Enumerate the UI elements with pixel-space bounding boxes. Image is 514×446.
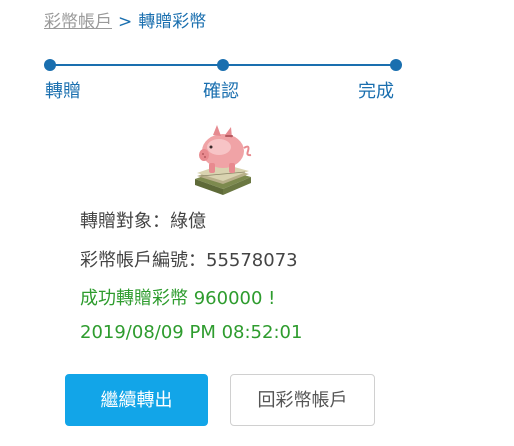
success-message: 成功轉贈彩幣 960000 ! [80, 288, 276, 309]
step-label-confirm: 確認 [203, 81, 239, 102]
step-label-transfer: 轉贈 [45, 81, 81, 102]
continue-transfer-button[interactable]: 繼續轉出 [65, 374, 208, 426]
step-dot-confirm [217, 59, 229, 71]
piggy-bank-icon [195, 125, 252, 195]
back-to-coin-account-button[interactable]: 回彩幣帳戶 [230, 374, 375, 426]
account-number-text: 彩幣帳戶編號：55578073 [80, 250, 298, 271]
recipient-text: 轉贈對象：綠億 [80, 211, 206, 232]
transfer-timestamp: 2019/08/09 PM 08:52:01 [80, 322, 303, 343]
step-label-complete: 完成 [358, 81, 394, 102]
progress-steps: 轉贈 確認 完成 [0, 0, 514, 110]
step-dot-transfer [44, 59, 56, 71]
step-dot-complete [390, 59, 402, 71]
